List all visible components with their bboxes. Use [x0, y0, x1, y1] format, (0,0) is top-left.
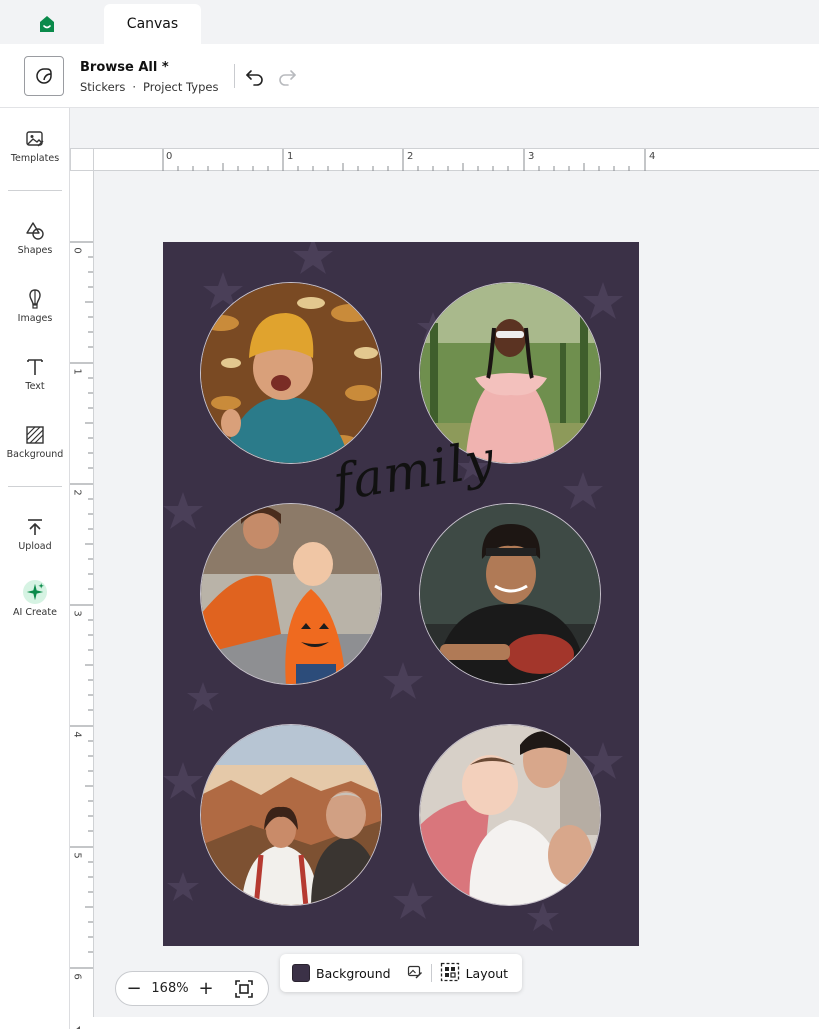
- text-icon: [27, 359, 43, 375]
- horizontal-ruler-ticks: [162, 149, 646, 171]
- project-title: Browse All *: [80, 60, 169, 75]
- sidebar-item-label: Templates: [10, 153, 60, 164]
- header: Browse All * Stickers · Project Types: [0, 44, 819, 108]
- sidebar: Templates Shapes Images Text Background …: [0, 108, 70, 1029]
- sidebar-item-label: Text: [25, 381, 45, 392]
- breadcrumb-stickers[interactable]: Stickers: [80, 80, 125, 94]
- zoom-control: − 168% +: [115, 971, 269, 1006]
- header-divider: [234, 64, 235, 88]
- design-canvas[interactable]: family: [163, 242, 639, 946]
- zoom-out-button[interactable]: −: [126, 978, 142, 999]
- zoom-in-button[interactable]: +: [198, 978, 214, 999]
- ruler-label: 4: [71, 731, 83, 738]
- redo-icon[interactable]: [276, 65, 298, 87]
- toolbar-divider: [430, 964, 432, 982]
- background-toolbar: Background Layout: [280, 954, 522, 992]
- breadcrumb-project-types[interactable]: Project Types: [143, 80, 218, 94]
- layout-icon[interactable]: [440, 962, 460, 985]
- sidebar-item-label: AI Create: [13, 607, 57, 618]
- photo-mother-and-baby[interactable]: [200, 503, 382, 685]
- ruler-label: 5: [71, 852, 83, 859]
- scroll-left-icon[interactable]: [74, 1019, 82, 1029]
- ruler-label: 0: [71, 247, 83, 254]
- background-label[interactable]: Background: [316, 966, 391, 981]
- background-icon: [26, 426, 44, 444]
- ruler-label: 3: [71, 610, 83, 617]
- ruler-label: 2: [71, 489, 83, 496]
- photo-young-man-with-glove[interactable]: [419, 503, 601, 685]
- ruler-label: 0: [166, 151, 173, 162]
- ruler-label: 4: [649, 151, 656, 162]
- sidebar-item-label: Upload: [18, 541, 52, 552]
- sidebar-divider: [8, 190, 62, 191]
- vertical-ruler-ticks: [70, 241, 93, 969]
- photo-couple-in-canyon[interactable]: [200, 724, 382, 906]
- tab-canvas[interactable]: Canvas: [104, 4, 201, 44]
- layout-label[interactable]: Layout: [466, 966, 509, 981]
- ruler-corner: [70, 148, 94, 171]
- photo-father-holding-baby[interactable]: [419, 724, 601, 906]
- sidebar-item-label: Shapes: [17, 245, 53, 256]
- undo-icon[interactable]: [244, 65, 266, 87]
- fit-screen-icon[interactable]: [234, 979, 254, 999]
- project-sticker-icon[interactable]: [24, 56, 64, 96]
- sidebar-item-images[interactable]: Images: [0, 288, 70, 324]
- home-icon[interactable]: [36, 13, 58, 35]
- sidebar-divider: [8, 486, 62, 487]
- sidebar-item-templates[interactable]: Templates: [0, 128, 70, 164]
- sparkle-icon: [23, 580, 47, 604]
- ruler-label: 1: [71, 368, 83, 375]
- zoom-level[interactable]: 168%: [150, 981, 190, 996]
- sidebar-item-upload[interactable]: Upload: [0, 516, 70, 552]
- photo-child-in-yellow-hat[interactable]: [200, 282, 382, 464]
- breadcrumb: Stickers · Project Types: [80, 80, 218, 94]
- sidebar-item-shapes[interactable]: Shapes: [0, 220, 70, 256]
- background-color-swatch[interactable]: [292, 964, 310, 982]
- ruler-label: 2: [407, 151, 414, 162]
- tab-bar: Canvas: [0, 0, 819, 44]
- sidebar-item-text[interactable]: Text: [0, 356, 70, 392]
- horizontal-scrollbar[interactable]: [70, 1017, 819, 1029]
- shapes-icon: [26, 222, 44, 240]
- ruler-label: 3: [528, 151, 535, 162]
- images-icon: [29, 289, 41, 309]
- horizontal-ruler: 0 1 2 3 4: [94, 148, 819, 171]
- ruler-label: 6: [71, 973, 83, 980]
- sidebar-item-ai-create[interactable]: AI Create: [0, 580, 70, 618]
- sidebar-item-background[interactable]: Background: [0, 424, 70, 460]
- sidebar-item-label: Background: [6, 449, 64, 460]
- edit-image-icon[interactable]: [407, 964, 423, 983]
- vertical-ruler: 0 1 2 3 4 5 6: [70, 171, 94, 1017]
- ruler-label: 1: [287, 151, 294, 162]
- upload-icon: [28, 519, 42, 535]
- templates-icon: [26, 131, 44, 147]
- breadcrumb-separator: ·: [132, 80, 137, 94]
- sidebar-item-label: Images: [17, 313, 53, 324]
